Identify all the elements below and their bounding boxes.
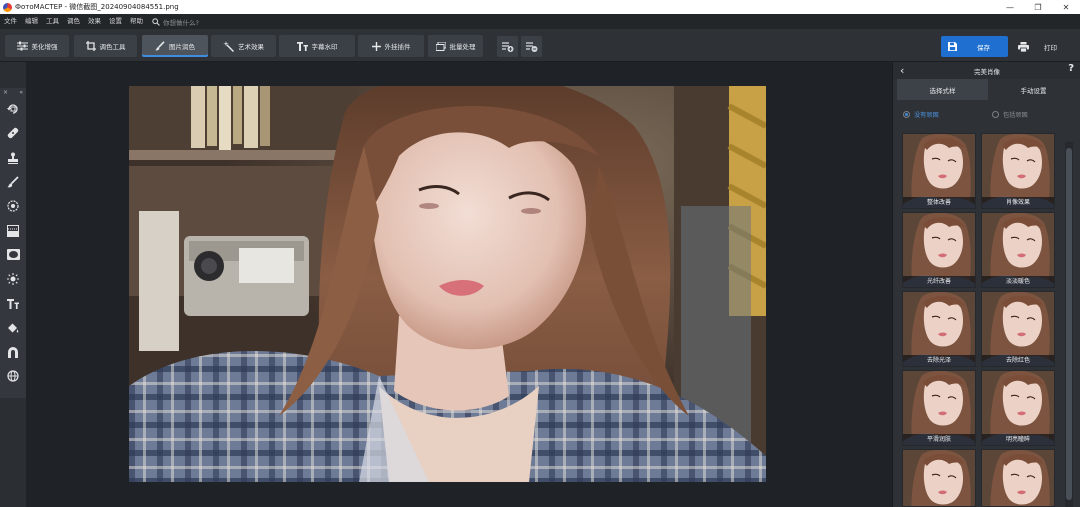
sliders-icon xyxy=(16,41,28,51)
menu-file[interactable]: 文件 xyxy=(0,14,21,29)
radial-filter-icon[interactable] xyxy=(0,194,26,218)
art-effects-label: 艺术效果 xyxy=(238,43,264,51)
preset-label: 肖像效果 xyxy=(982,197,1054,208)
radio-selected-icon xyxy=(903,111,910,118)
floppy-disk-icon xyxy=(948,42,957,51)
menu-effects[interactable]: 效果 xyxy=(84,14,105,29)
menu-help[interactable]: 帮助 xyxy=(126,14,147,29)
menu-tools[interactable]: 工具 xyxy=(42,14,63,29)
gradient-icon[interactable] xyxy=(0,218,26,242)
radio-unselected-icon xyxy=(992,111,999,118)
minimize-icon[interactable]: — xyxy=(996,0,1024,14)
stamp-icon[interactable] xyxy=(0,146,26,170)
radio-option-include[interactable]: 包括顽固 xyxy=(992,110,1028,119)
list-add-icon xyxy=(501,41,513,52)
batch-button[interactable]: 批量处理 xyxy=(428,35,483,57)
preset-label: 淡淡暖色 xyxy=(982,276,1054,287)
radio-label: 包括顽固 xyxy=(1003,112,1028,119)
color-tools-label: 调色工具 xyxy=(99,43,126,51)
preset-label: 整体改善 xyxy=(903,197,975,208)
radio-label: 没有顽固 xyxy=(914,112,939,119)
window-controls: — ❐ ✕ xyxy=(996,0,1080,14)
art-effects-button[interactable]: 艺术效果 xyxy=(211,35,276,57)
retouch-label: 图片润色 xyxy=(169,43,195,51)
color-tools-button[interactable]: 调色工具 xyxy=(74,35,137,57)
list-remove-icon xyxy=(525,41,537,52)
preset-thumbnail[interactable]: 肖像效果 xyxy=(981,133,1055,209)
radio-option-none[interactable]: 没有顽固 xyxy=(903,110,939,119)
app-logo-icon xyxy=(3,2,12,12)
save-button[interactable]: 保存 xyxy=(941,36,1008,57)
add-layer-button[interactable] xyxy=(497,36,518,57)
maximize-icon[interactable]: ❐ xyxy=(1024,0,1052,14)
plugins-label: 外挂插件 xyxy=(384,43,411,51)
globe-icon[interactable] xyxy=(0,364,26,388)
print-button[interactable]: 打印 xyxy=(1015,36,1075,57)
left-toolbar-header: × « xyxy=(0,88,26,97)
save-label: 保存 xyxy=(977,43,990,52)
preset-label: 去除光泽 xyxy=(903,355,975,366)
preset-thumbnail[interactable]: 去除红色 xyxy=(981,291,1055,367)
preset-label: 光纤改善 xyxy=(903,276,975,287)
portrait-photo[interactable] xyxy=(129,86,766,482)
help-icon[interactable]: ? xyxy=(1068,63,1074,74)
search-input[interactable]: 你想做什么? xyxy=(163,17,199,27)
photo-editor-app: ФотоМАСТЕР - 微信截图_20240904084551.png — ❐… xyxy=(0,0,1080,507)
printer-icon xyxy=(1018,41,1029,52)
menu-settings[interactable]: 设置 xyxy=(105,14,126,29)
preset-thumbnail[interactable]: 去除光泽 xyxy=(902,291,976,367)
preset-thumbnail[interactable]: 整体改善 xyxy=(902,133,976,209)
panel-header: ‹ 完美肖像 ? xyxy=(893,62,1080,79)
text-icon xyxy=(296,41,308,51)
close-panel-icon[interactable]: × xyxy=(3,88,8,97)
crop-icon xyxy=(85,41,96,51)
search-icon[interactable] xyxy=(151,17,161,27)
rotate-icon[interactable] xyxy=(0,97,26,121)
plugins-button[interactable]: 外挂插件 xyxy=(358,35,424,57)
fill-bucket-icon[interactable] xyxy=(0,316,26,340)
panel-title: 完美肖像 xyxy=(974,67,1000,76)
preset-scrollbar[interactable] xyxy=(1065,142,1073,507)
magnet-icon[interactable] xyxy=(0,340,26,364)
healing-icon[interactable] xyxy=(0,121,26,145)
brush-icon[interactable] xyxy=(0,170,26,194)
text-icon[interactable] xyxy=(0,291,26,315)
collapse-panel-icon[interactable]: « xyxy=(19,88,23,97)
text-watermark-label: 字幕水印 xyxy=(311,43,338,51)
print-label: 打印 xyxy=(1044,43,1057,52)
scrollbar-thumb[interactable] xyxy=(1066,148,1072,500)
preset-thumbnail[interactable] xyxy=(902,449,976,507)
tab-manual[interactable]: 手动设置 xyxy=(988,79,1079,100)
brush-icon xyxy=(155,41,165,51)
left-toolbar: × « xyxy=(0,88,26,398)
preset-thumbnail[interactable]: 明亮瞳眸 xyxy=(981,370,1055,446)
close-icon[interactable]: ✕ xyxy=(1052,0,1080,14)
window-title: ФотоМАСТЕР - 微信截图_20240904084551.png xyxy=(15,3,179,11)
enhance-label: 美化增强 xyxy=(31,43,58,51)
preset-label: 明亮瞳眸 xyxy=(982,434,1054,445)
menu-edit[interactable]: 编辑 xyxy=(21,14,42,29)
magic-wand-icon xyxy=(223,40,234,52)
batch-label: 批量处理 xyxy=(449,43,476,51)
remove-layer-button[interactable] xyxy=(521,36,542,57)
preset-thumbnail[interactable]: 淡淡暖色 xyxy=(981,212,1055,288)
menu-bar: 文件 编辑 工具 调色 效果 设置 帮助 你想做什么? xyxy=(0,14,1080,29)
sun-icon[interactable] xyxy=(0,267,26,291)
menu-color[interactable]: 调色 xyxy=(63,14,84,29)
preset-thumbnail[interactable]: 光纤改善 xyxy=(902,212,976,288)
preset-label: 去除红色 xyxy=(982,355,1054,366)
back-icon[interactable]: ‹ xyxy=(900,64,904,77)
batch-icon xyxy=(435,41,446,51)
preset-label: 平滑润肤 xyxy=(903,434,975,445)
tab-presets[interactable]: 选择式样 xyxy=(897,79,988,100)
text-watermark-button[interactable]: 字幕水印 xyxy=(279,35,355,57)
preset-thumbnail[interactable]: 平滑润肤 xyxy=(902,370,976,446)
retouch-button[interactable]: 图片润色 xyxy=(142,35,208,57)
enhance-button[interactable]: 美化增强 xyxy=(5,35,69,57)
title-bar: ФотоМАСТЕР - 微信截图_20240904084551.png — ❐… xyxy=(0,0,1080,14)
vignette-icon[interactable] xyxy=(0,243,26,267)
main-toolbar: 美化增强 调色工具 图片润色 艺术效果 字幕水印 外挂插件 批量处理 保存 打印 xyxy=(0,29,1080,62)
preset-thumbnail[interactable] xyxy=(981,449,1055,507)
plus-icon xyxy=(371,41,381,51)
